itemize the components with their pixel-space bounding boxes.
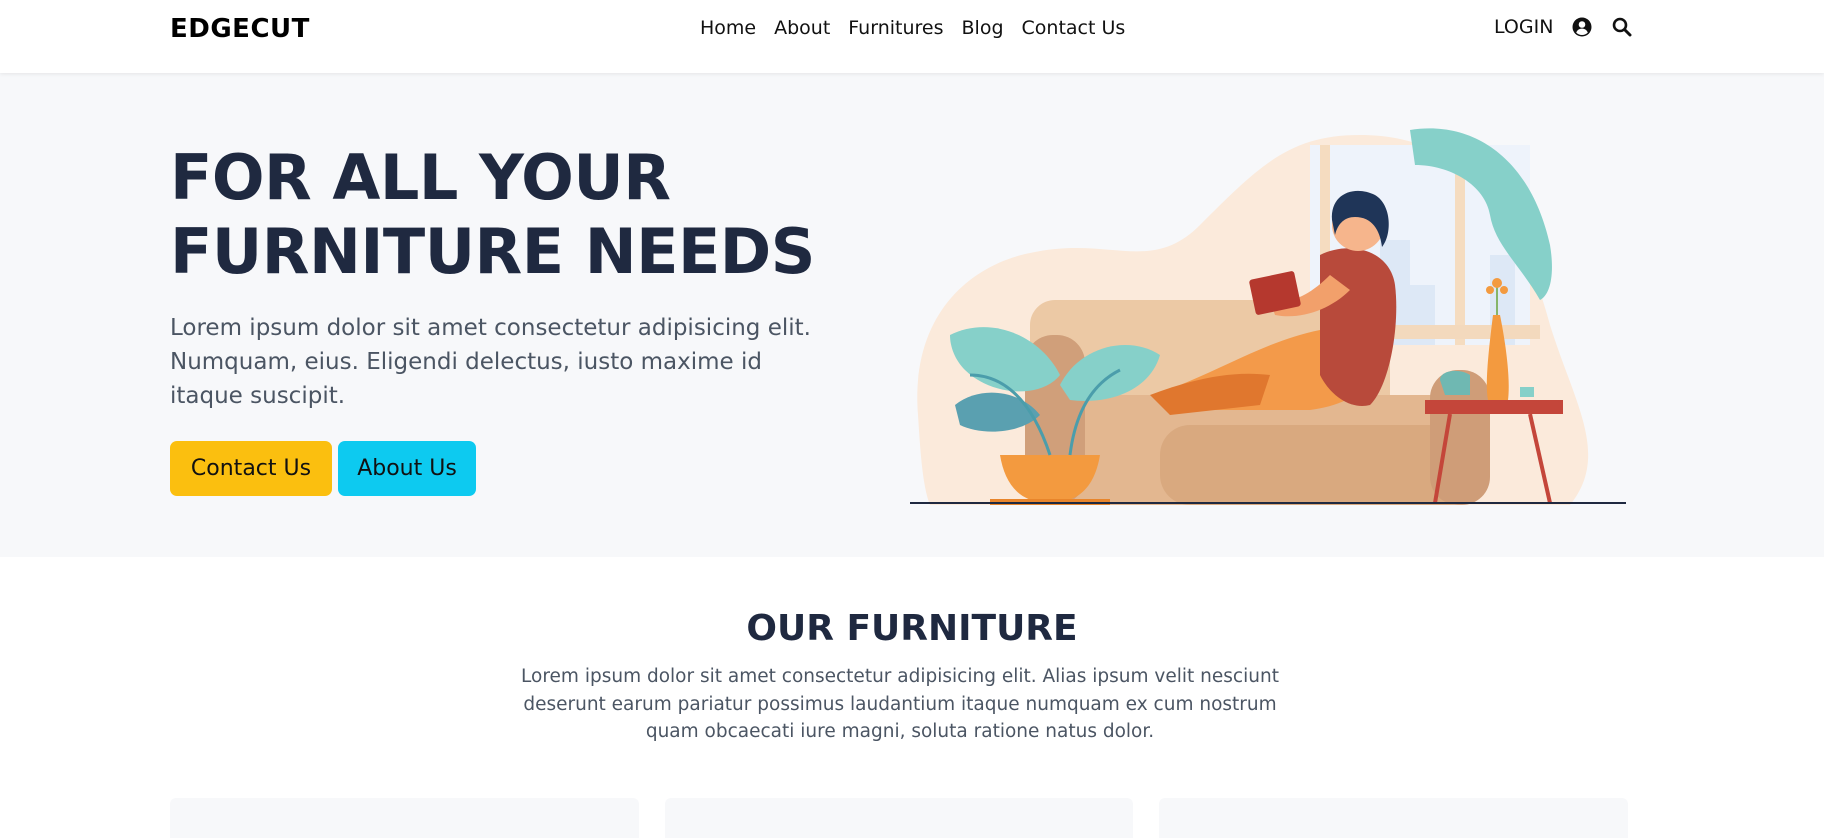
- brand-logo[interactable]: EDGECUT: [170, 14, 310, 44]
- user-circle-icon[interactable]: [1571, 16, 1593, 38]
- nav-actions: LOGIN: [1494, 16, 1633, 38]
- nav-link-furnitures[interactable]: Furnitures: [848, 17, 943, 39]
- hero-title-line-2: FURNITURE NEEDS: [170, 215, 815, 288]
- furniture-card[interactable]: [1159, 798, 1629, 838]
- search-icon[interactable]: [1611, 16, 1633, 38]
- nav-links: Home About Furnitures Blog Contact Us: [700, 17, 1125, 39]
- furniture-card[interactable]: [170, 798, 639, 838]
- nav-link-about[interactable]: About: [774, 17, 830, 39]
- hero-description: Lorem ipsum dolor sit amet consectetur a…: [170, 315, 811, 409]
- hero-title: FOR ALL YOUR FURNITURE NEEDS: [170, 141, 815, 289]
- furniture-card[interactable]: [664, 798, 1134, 838]
- nav-link-blog[interactable]: Blog: [962, 17, 1004, 39]
- section-description: Lorem ipsum dolor sit amet consectetur a…: [521, 666, 1279, 742]
- login-link[interactable]: LOGIN: [1494, 16, 1553, 38]
- section-title: OUR FURNITURE: [746, 608, 1078, 649]
- about-us-button[interactable]: About Us: [338, 441, 476, 496]
- hero-section: FOR ALL YOUR FURNITURE NEEDS Lorem ipsum…: [0, 73, 1824, 557]
- hero-illustration: [910, 125, 1630, 505]
- nav-link-home[interactable]: Home: [700, 17, 756, 39]
- hero-title-line-1: FOR ALL YOUR: [170, 141, 671, 214]
- hero-buttons: Contact Us About Us: [170, 441, 476, 496]
- nav-link-contact[interactable]: Contact Us: [1022, 17, 1126, 39]
- furniture-cards: [170, 798, 1629, 838]
- navbar: EDGECUT Home About Furnitures Blog Conta…: [0, 0, 1824, 73]
- contact-us-button[interactable]: Contact Us: [170, 441, 332, 496]
